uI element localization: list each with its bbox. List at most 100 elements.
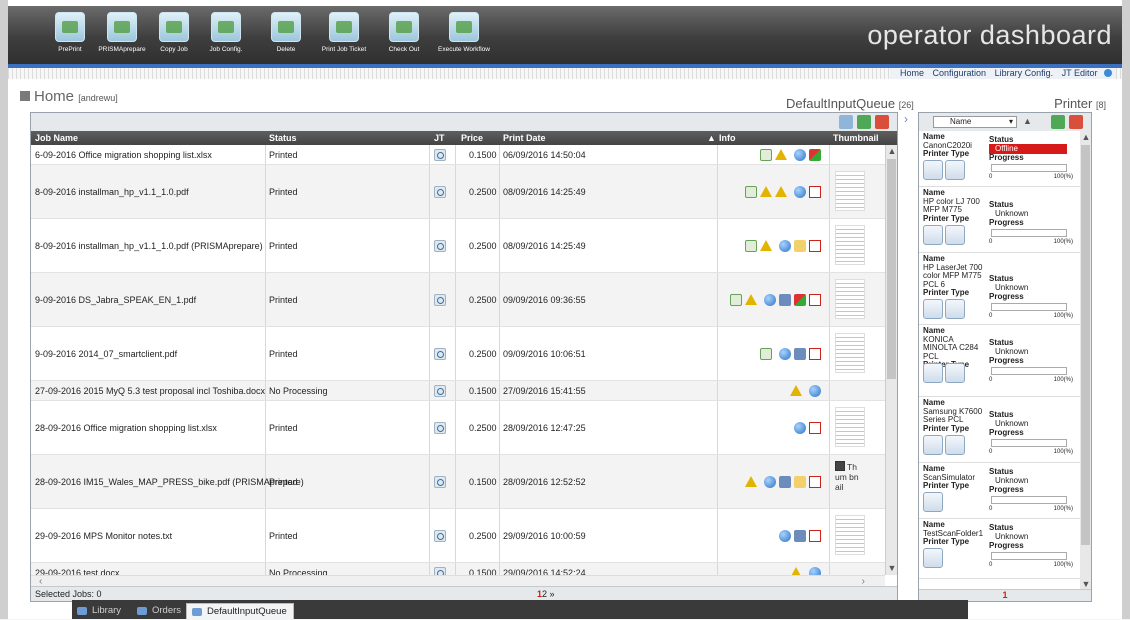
pdf-icon[interactable] xyxy=(809,476,821,488)
table-row[interactable]: 9-09-2016 2014_07_smartclient.pdf Printed… xyxy=(31,327,885,381)
printer-scrollbar-thumb[interactable] xyxy=(1081,145,1090,545)
table-row[interactable]: 28-09-2016 Office migration shopping lis… xyxy=(31,401,885,455)
table-row[interactable]: 8-09-2016 installman_hp_v1.1_1.0.pdf (PR… xyxy=(31,219,885,273)
pdf-icon[interactable] xyxy=(809,294,821,306)
warning-icon[interactable] xyxy=(775,149,787,160)
printer-icon[interactable] xyxy=(923,434,943,455)
job-ticket-icon[interactable] xyxy=(434,149,446,161)
job-ticket-icon[interactable] xyxy=(434,530,446,542)
table-row[interactable]: 28-09-2016 IM15_Wales_MAP_PRESS_bike.pdf… xyxy=(31,455,885,509)
paper-stack-icon[interactable] xyxy=(945,362,965,383)
paper-stack-icon[interactable] xyxy=(945,434,965,455)
paper-stack-icon[interactable] xyxy=(945,299,965,319)
pdf-icon[interactable] xyxy=(809,422,821,434)
job-ticket-icon[interactable] xyxy=(434,186,446,198)
printer-scroll-down-icon[interactable]: ▼ xyxy=(1081,579,1091,589)
pdf-icon[interactable] xyxy=(809,530,821,542)
nav-jt-editor-link[interactable]: JT Editor xyxy=(1062,68,1098,78)
printer-icon[interactable] xyxy=(923,548,943,568)
globe-icon[interactable] xyxy=(1104,69,1112,77)
printer-icon[interactable] xyxy=(923,160,943,180)
globe-icon[interactable] xyxy=(764,294,776,306)
preprint-button[interactable]: PrePrint xyxy=(40,12,100,60)
col-info[interactable]: Info xyxy=(719,133,736,143)
execute-workflow-button[interactable]: Execute Workflow xyxy=(434,12,494,60)
globe-icon[interactable] xyxy=(794,422,806,434)
printer-item[interactable]: Name CanonC2020i Printer Type Status Offline… xyxy=(919,131,1081,187)
job-thumbnail[interactable] xyxy=(835,407,865,447)
note-icon[interactable] xyxy=(794,476,806,488)
globe-icon[interactable] xyxy=(794,149,806,161)
job-thumbnail[interactable] xyxy=(835,225,865,265)
collapse-panel-icon[interactable]: › xyxy=(904,112,908,126)
globe-icon[interactable] xyxy=(764,476,776,488)
delete-button[interactable]: Delete xyxy=(256,12,316,60)
warning-icon[interactable] xyxy=(745,294,757,305)
job-ticket-icon[interactable] xyxy=(434,422,446,434)
truck-icon[interactable] xyxy=(779,476,791,488)
printer-scrollbar[interactable]: ▲ ▼ xyxy=(1080,131,1091,591)
table-row[interactable]: 27-09-2016 2015 MyQ 5.3 test proposal in… xyxy=(31,381,885,401)
table-row[interactable]: 8-09-2016 installman_hp_v1.1_1.0.pdf Prin… xyxy=(31,165,885,219)
printer-icon[interactable] xyxy=(923,492,943,512)
truck-icon[interactable] xyxy=(794,530,806,542)
warning-icon[interactable] xyxy=(760,240,772,251)
filter-add-icon[interactable] xyxy=(857,115,871,129)
job-thumbnail[interactable] xyxy=(835,279,865,319)
note-icon[interactable] xyxy=(794,240,806,252)
globe-icon[interactable] xyxy=(779,348,791,360)
paper-stack-icon[interactable] xyxy=(945,224,965,245)
printer-item[interactable]: NameKONICA MINOLTA C284 PCLPrinter TypeS… xyxy=(919,325,1081,397)
tab-orders[interactable]: Orders xyxy=(132,603,187,619)
col-jt[interactable]: JT xyxy=(434,133,445,143)
next-page-link[interactable]: » xyxy=(550,589,555,599)
printer-item[interactable]: Name Samsung K7600 Series PCL Printer Type… xyxy=(919,397,1081,463)
pdf-icon[interactable] xyxy=(809,186,821,198)
job-ticket-icon[interactable] xyxy=(434,476,446,488)
job-thumbnail-placeholder[interactable]: Th um bn ail xyxy=(835,461,865,492)
prismaprepare-button[interactable]: PRISMAprepare xyxy=(92,12,152,60)
globe-icon[interactable] xyxy=(779,240,791,252)
check-out-button[interactable]: Check Out xyxy=(374,12,434,60)
edit-icon[interactable] xyxy=(745,240,757,252)
scrollbar-thumb[interactable] xyxy=(887,159,896,379)
printer-item[interactable]: Name TestScanFolder1 Printer Type Status Unk… xyxy=(919,519,1081,579)
nav-library-config-link[interactable]: Library Config. xyxy=(995,68,1054,78)
pdf-icon[interactable] xyxy=(809,348,821,360)
sort-asc-icon[interactable]: ▲ xyxy=(707,133,716,143)
filter-remove-icon[interactable] xyxy=(875,115,889,129)
flag-icon[interactable] xyxy=(794,294,806,306)
truck-icon[interactable] xyxy=(794,348,806,360)
sort-direction-icon[interactable]: ▲ xyxy=(1023,116,1032,126)
job-ticket-icon[interactable] xyxy=(434,385,446,397)
col-thumbnail[interactable]: Thumbnail xyxy=(833,133,879,143)
warning-icon[interactable] xyxy=(760,186,772,197)
job-ticket-icon[interactable] xyxy=(434,240,446,252)
printer-sort-select[interactable]: Name ▾ xyxy=(933,116,1017,128)
nav-configuration-link[interactable]: Configuration xyxy=(933,68,987,78)
job-ticket-icon[interactable] xyxy=(434,567,446,575)
globe-icon[interactable] xyxy=(809,567,821,575)
printer-icon[interactable] xyxy=(923,362,943,383)
job-config-button[interactable]: Job Config. xyxy=(196,12,256,60)
warning-icon[interactable] xyxy=(745,476,757,487)
globe-icon[interactable] xyxy=(779,530,791,542)
paper-stack-icon[interactable] xyxy=(945,160,965,180)
printer-item[interactable]: Name HP LaserJet 700 color MFP M775 PCL 6… xyxy=(919,253,1081,325)
scroll-up-icon[interactable]: ▲ xyxy=(887,146,897,156)
printer-page-1-link[interactable]: 1 xyxy=(1002,590,1007,600)
printer-scroll-up-icon[interactable]: ▲ xyxy=(1081,132,1091,142)
vertical-scrollbar[interactable]: ▲ ▼ xyxy=(885,145,897,575)
job-thumbnail[interactable] xyxy=(835,333,865,373)
edit-icon[interactable] xyxy=(745,186,757,198)
printer-filter-remove-icon[interactable] xyxy=(1069,115,1083,129)
table-row[interactable]: 9-09-2016 DS_Jabra_SPEAK_EN_1.pdf Printed… xyxy=(31,273,885,327)
truck-icon[interactable] xyxy=(779,294,791,306)
tab-defaultinputqueue[interactable]: DefaultInputQueue xyxy=(186,603,294,619)
page-2-link[interactable]: 2 xyxy=(542,589,547,599)
printer-icon[interactable] xyxy=(923,299,943,319)
printer-item[interactable]: Name HP color LJ 700 MFP M775 Printer Type… xyxy=(919,187,1081,253)
scroll-down-icon[interactable]: ▼ xyxy=(887,563,897,573)
job-ticket-icon[interactable] xyxy=(434,294,446,306)
job-ticket-icon[interactable] xyxy=(434,348,446,360)
